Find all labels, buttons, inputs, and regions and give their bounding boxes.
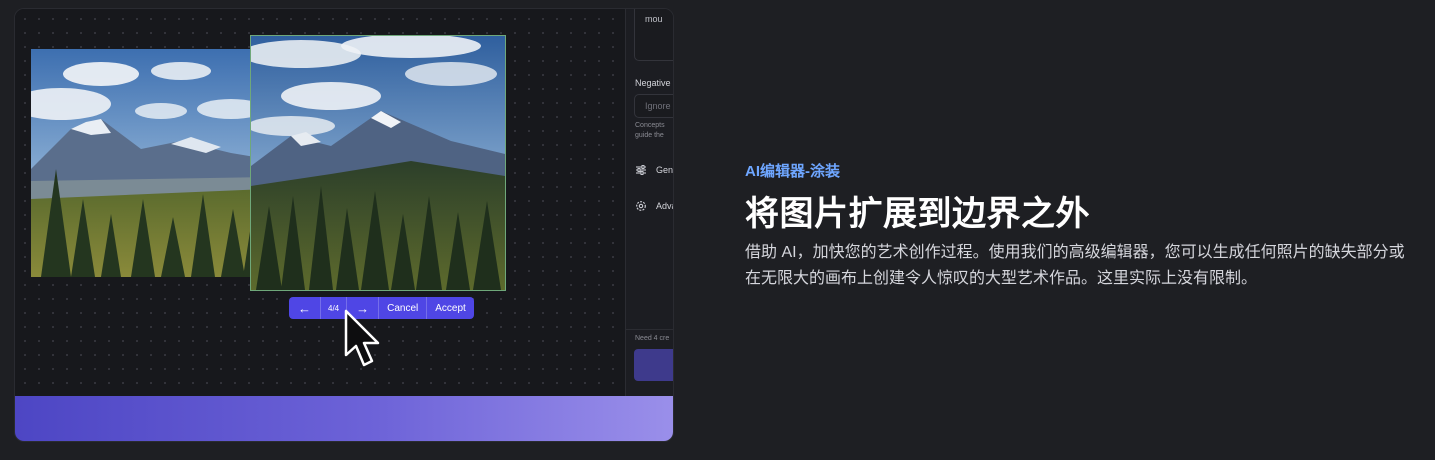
credits-note: Need 4 cre (635, 335, 670, 342)
feature-title: 将图片扩展到边界之外 (745, 195, 1090, 233)
feature-description: 借助 AI，加快您的艺术创作过程。使用我们的高级编辑器，您可以生成任何照片的缺失… (745, 244, 1405, 287)
negative-prompt-label: Negative (635, 78, 671, 88)
gear-icon (636, 201, 646, 211)
infinite-canvas[interactable]: ← 4/4 → Cancel Accept (15, 9, 625, 399)
gradient-strip (15, 396, 673, 441)
editor-screenshot: ← 4/4 → Cancel Accept mou Negative Ignor… (14, 8, 674, 442)
original-image (31, 49, 267, 277)
cancel-button[interactable]: Cancel (379, 297, 428, 319)
arrow-left-icon: ← (298, 300, 311, 316)
settings-panel: mou Negative Ignore Concepts guide the G… (625, 9, 674, 399)
generate-button[interactable] (634, 349, 673, 381)
outpainted-image[interactable] (250, 35, 506, 291)
general-settings-toggle[interactable]: Gene (635, 164, 674, 176)
prompt-textarea[interactable]: mou (634, 9, 673, 61)
mouse-cursor-icon (344, 309, 380, 367)
negative-prompt-input[interactable]: Ignore (634, 94, 673, 118)
accept-button[interactable]: Accept (427, 297, 474, 319)
help-line-1: Concepts (635, 122, 665, 129)
previous-variation-button[interactable]: ← (289, 297, 321, 319)
advanced-settings-label: Adva (656, 201, 673, 211)
advanced-settings-toggle[interactable]: Adva (635, 200, 673, 212)
feature-eyebrow: AI编辑器-涂装 (745, 163, 840, 180)
general-settings-label: Gene (656, 165, 674, 175)
negative-prompt-help: Concepts guide the (635, 121, 665, 141)
help-line-2: guide the (635, 132, 664, 139)
panel-divider (626, 329, 673, 330)
feature-section: ← 4/4 → Cancel Accept mou Negative Ignor… (0, 0, 1435, 460)
sliders-icon (636, 165, 646, 175)
